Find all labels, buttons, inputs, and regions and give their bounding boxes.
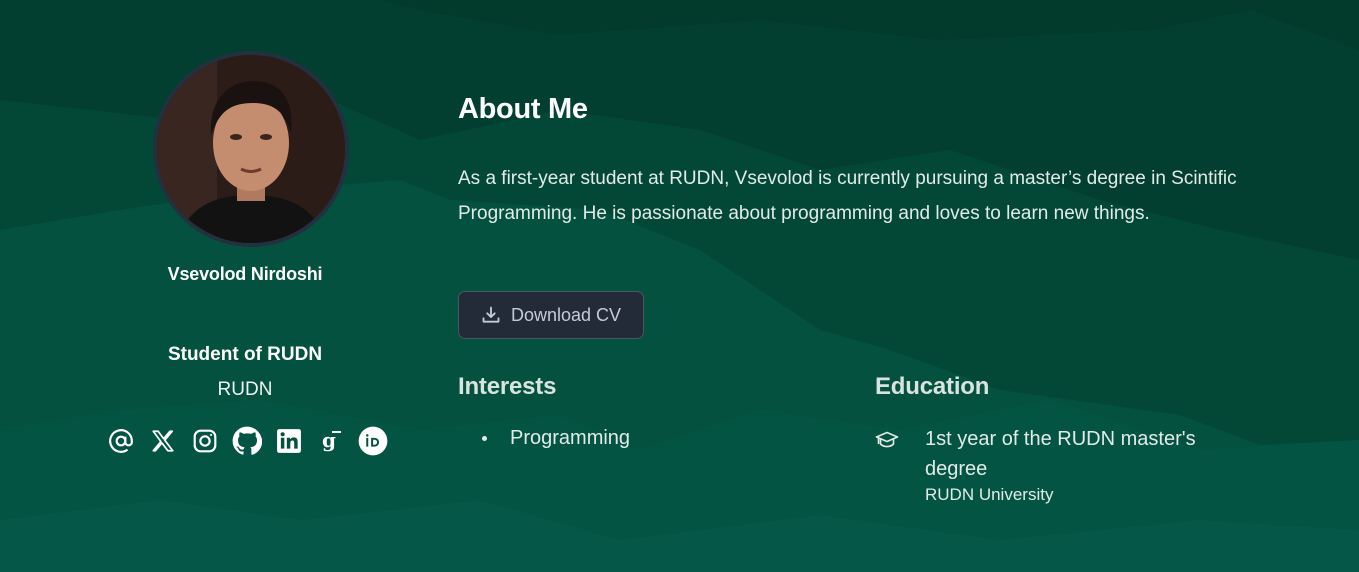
about-title: About Me <box>458 93 588 125</box>
interests-title: Interests <box>458 373 557 400</box>
linkedin-link[interactable] <box>274 426 304 456</box>
interest-item: Programming <box>482 425 630 451</box>
linkedin-icon <box>277 429 301 453</box>
about-description: As a first-year student at RUDN, Vsevolo… <box>458 168 1237 224</box>
orcid-icon <box>358 426 388 456</box>
google-scholar-link[interactable]: g <box>316 426 346 456</box>
download-icon <box>482 306 500 323</box>
at-sign-icon <box>109 429 133 453</box>
instagram-link[interactable] <box>190 426 220 456</box>
education-degree: 1st year of the RUDN master's degree <box>925 428 1196 480</box>
download-cv-label: Download CV <box>510 304 622 325</box>
avatar-image <box>157 55 345 243</box>
google-scholar-icon: g <box>322 428 341 452</box>
education-title: Education <box>875 373 990 400</box>
graduation-cap-icon <box>875 431 899 448</box>
about-section: Vsevolod Nirdoshi Student of RUDN RUDN g… <box>0 0 1359 572</box>
interests-list: Programming <box>482 425 630 451</box>
education-institution: RUDN University <box>925 485 1054 504</box>
instagram-icon <box>193 429 217 453</box>
x-twitter-icon <box>152 430 174 452</box>
download-cv-button[interactable]: Download CV <box>458 291 644 339</box>
github-icon <box>232 426 262 455</box>
profile-name: Vsevolod Nirdoshi <box>167 264 323 284</box>
profile-organization: RUDN <box>217 379 273 400</box>
email-link[interactable] <box>106 426 136 456</box>
profile-avatar <box>153 51 349 247</box>
orcid-link[interactable] <box>358 426 388 456</box>
github-link[interactable] <box>232 426 262 456</box>
x-twitter-link[interactable] <box>148 426 178 456</box>
profile-role: Student of RUDN <box>167 344 323 365</box>
social-links: g <box>106 424 388 458</box>
